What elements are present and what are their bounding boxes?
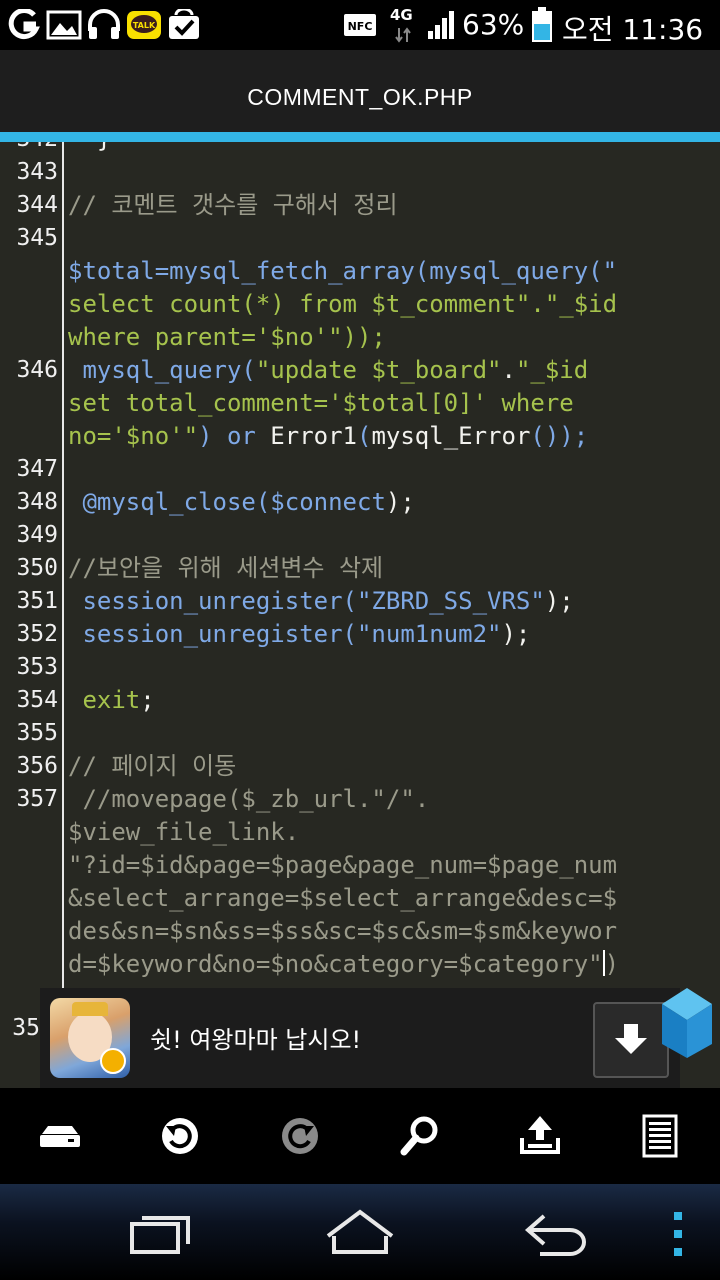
line-number: 348 [16,489,58,515]
code-line-partial: } [68,142,718,156]
line-number: 356 [16,753,58,779]
recent-apps-icon[interactable] [120,1206,200,1262]
line-number: 346 [16,357,58,383]
battery-percent: 63% [462,8,525,41]
code-line: //보안을 위해 세션변수 삭제 [68,554,384,582]
cube-icon[interactable] [660,986,714,1060]
drive-icon[interactable] [32,1108,88,1164]
kakaotalk-icon: TALK [127,11,161,39]
code-line: exit; [68,686,155,714]
status-bar: TALK NFC 4G 63% 오전 11:36 [0,0,720,50]
line-number: 35 [12,1015,40,1041]
code-line: set total_comment='$total[0]' where [68,389,574,417]
line-number: 342 [0,142,58,156]
code-line: $total=mysql_fetch_array(mysql_query(" [68,257,618,285]
back-icon[interactable] [520,1206,600,1262]
game-thumbnail-icon[interactable] [50,998,130,1078]
ad-text[interactable]: 쉿! 여왕마마 납시오! [150,1020,361,1055]
search-icon[interactable] [392,1108,448,1164]
download-icon [615,1024,647,1054]
undo-icon[interactable] [152,1108,208,1164]
task-check-icon [169,9,199,39]
nfc-icon: NFC [344,14,376,36]
battery-icon [532,7,552,42]
code-line: select count(*) from $t_comment"."_$id [68,290,618,318]
gallery-icon [46,10,82,40]
clock: 오전 11:36 [562,13,704,46]
line-number: 352 [16,621,58,647]
code-line: session_unregister("num1num2"); [68,620,531,648]
svg-text:TALK: TALK [133,21,156,30]
code-line: // 페이지 이동 [68,752,237,780]
line-number: 351 [16,588,58,614]
line-number: 354 [16,687,58,713]
line-number: 343 [16,159,58,185]
bottom-toolbar [0,1088,720,1184]
code-line: //movepage($_zb_url."/". [68,785,430,813]
accent-line [0,132,720,142]
code-line: session_unregister("ZBRD_SS_VRS"); [68,587,574,615]
network-4g-icon: 4G [388,6,418,46]
upload-icon[interactable] [512,1108,568,1164]
title-bar: COMMENT_OK.PHP [0,50,720,132]
redo-icon[interactable] [272,1108,328,1164]
line-number: 353 [16,654,58,680]
svg-text:NFC: NFC [348,20,373,33]
menu-icon[interactable] [650,1206,690,1262]
network-type-label: 4G [390,6,413,24]
line-number: 344 [16,192,58,218]
ad-banner[interactable]: 쉿! 여왕마마 납시오! [40,988,680,1088]
headphones-icon [88,9,120,39]
carrier-g-icon [8,9,40,40]
line-number: 347 [16,456,58,482]
file-title: COMMENT_OK.PHP [247,84,473,110]
code-line: des&sn=$sn&ss=$ss&sc=$sc&sm=$sm&keywor [68,917,618,945]
code-editor[interactable]: 342 } 343 344 345 346 347 348 349 350 35… [0,142,720,1088]
code-line: d=$keyword&no=$no&category=$category") [68,950,620,978]
code-line: "?id=$id&page=$page&page_num=$page_num [68,851,618,879]
line-number: 345 [16,225,58,251]
code-line: where parent='$no'")); [68,323,386,351]
code-line: &select_arrange=$select_arrange&desc=$ [68,884,618,912]
code-line: @mysql_close($connect); [68,488,415,516]
gutter-divider [62,142,64,1088]
ad-download-button[interactable] [593,1002,669,1078]
code-line: no='$no'") or Error1(mysql_Error()); [68,422,589,450]
code-line: // 코멘트 갯수를 구해서 정리 [68,191,398,219]
system-nav-bar [0,1184,720,1280]
home-icon[interactable] [320,1206,400,1262]
line-number: 350 [16,555,58,581]
line-number: 355 [16,720,58,746]
line-number: 357 [16,786,58,812]
signal-icon [428,11,454,39]
document-icon[interactable] [632,1108,688,1164]
line-number: 349 [16,522,58,548]
code-line: mysql_query("update $t_board"."_$id [68,356,589,384]
code-line: $view_file_link. [68,818,300,846]
